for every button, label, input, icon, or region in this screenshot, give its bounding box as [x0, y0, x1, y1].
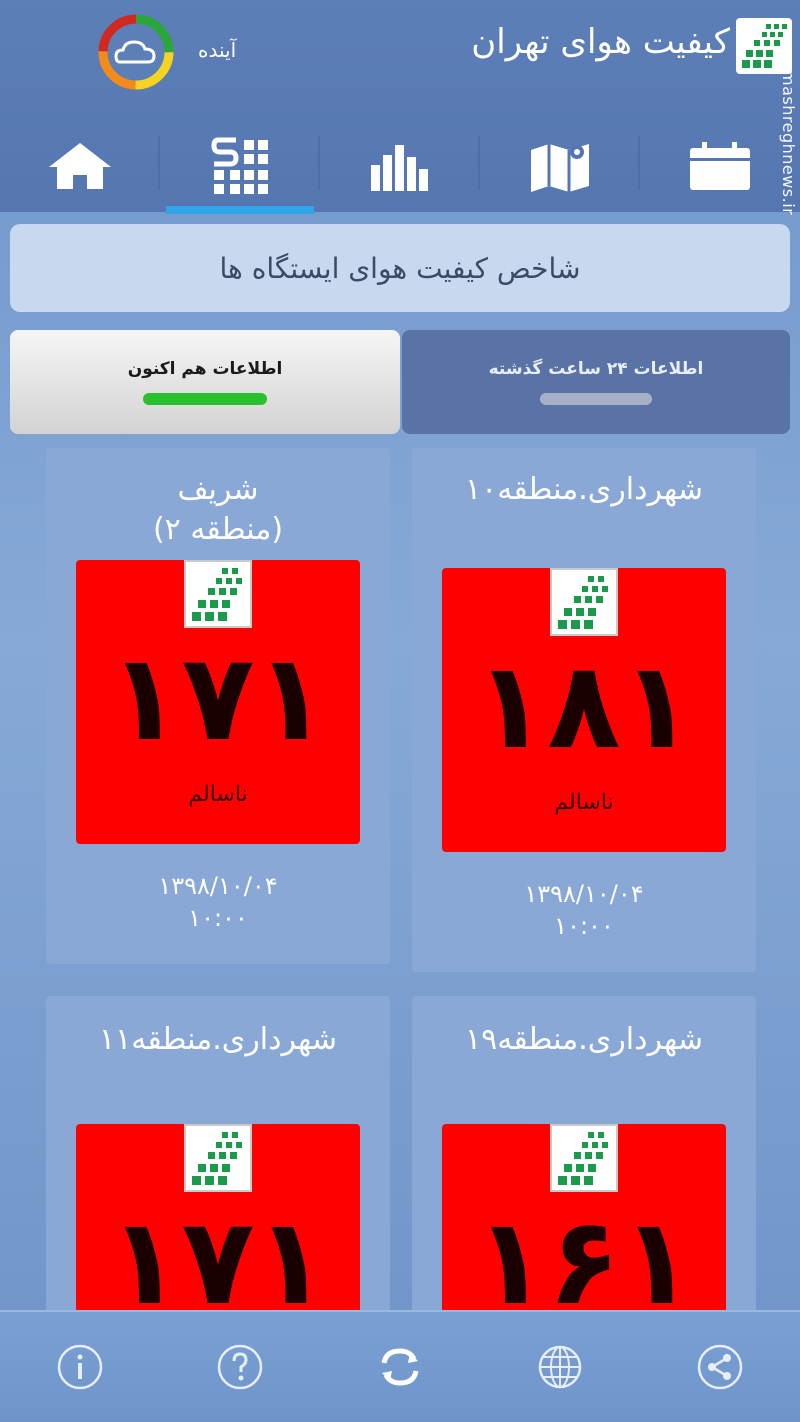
tab-calendar[interactable] — [640, 118, 800, 214]
aqi-value: ۱۷۱ — [108, 629, 328, 768]
station-name: شریف — [177, 472, 259, 507]
aqi-value: ۱۶۱ — [474, 1193, 694, 1332]
station-name: شهرداری.منطقه۱۰ — [465, 472, 703, 507]
reading-time: ۱۰:۰۰ — [554, 912, 614, 940]
aqi-status: ناسالم — [188, 782, 248, 807]
now-data-button[interactable]: اطلاعات هم اکنون — [10, 330, 400, 434]
help-icon — [217, 1344, 263, 1390]
station-district: (منطقه ۲) — [152, 512, 284, 547]
website-button[interactable] — [532, 1339, 588, 1395]
forecast-button[interactable] — [96, 12, 176, 92]
bottom-nav — [0, 1310, 800, 1422]
home-icon — [49, 143, 111, 189]
share-icon — [697, 1344, 743, 1390]
tab-charts[interactable] — [320, 118, 480, 214]
reading-time: ۱۰:۰۰ — [188, 904, 248, 932]
tab-home[interactable] — [0, 118, 160, 214]
page-title: شاخص کیفیت هوای ایستگاه ها — [219, 251, 581, 285]
station-card[interactable]: شهرداری.منطقه۱۰ ۱۸۱ ناسالم ۱۳۹۸/۱۰/۰۴ ۱۰… — [412, 448, 756, 972]
aqi-tile: ۱۸۱ ناسالم — [442, 568, 726, 852]
refresh-icon — [381, 1348, 419, 1386]
station-index-icon — [211, 137, 268, 194]
forecast-label: آینده — [198, 38, 237, 62]
station-name: شهرداری.منطقه۱۱ — [99, 1022, 337, 1057]
map-icon — [531, 144, 589, 192]
time-range-toggle: اطلاعات هم اکنون اطلاعات ۲۴ ساعت گذشته — [10, 330, 790, 438]
aqi-tile: ۱۷۱ ناسالم — [76, 560, 360, 844]
aqi-status: ناسالم — [554, 790, 614, 815]
forecast-ring-icon — [98, 14, 174, 90]
now-active-indicator — [143, 393, 267, 405]
tab-map[interactable] — [480, 118, 640, 214]
bar-chart-icon — [371, 145, 428, 191]
globe-icon — [538, 1345, 582, 1389]
help-button[interactable] — [212, 1339, 268, 1395]
info-icon — [57, 1344, 103, 1390]
refresh-button[interactable] — [372, 1339, 428, 1395]
aqi-value: ۱۷۱ — [108, 1193, 328, 1332]
station-name: شهرداری.منطقه۱۹ — [465, 1022, 703, 1057]
main-tabs — [0, 118, 800, 214]
station-logo-icon — [184, 1124, 252, 1192]
station-card[interactable]: شهرداری.منطقه۱۹ ۱۶۱ — [412, 996, 756, 1408]
station-card[interactable]: شهرداری.منطقه۱۱ ۱۷۱ — [46, 996, 390, 1408]
page-title-panel: شاخص کیفیت هوای ایستگاه ها — [10, 224, 790, 312]
station-card[interactable]: شریف (منطقه ۲) ۱۷۱ ناسالم ۱۳۹۸/۱۰/۰۴ ۱۰:… — [46, 448, 390, 964]
station-logo-icon — [550, 1124, 618, 1192]
app-title: کیفیت هوای تهران — [471, 22, 730, 62]
past-24h-label: اطلاعات ۲۴ ساعت گذشته — [488, 359, 704, 379]
info-button[interactable] — [52, 1339, 108, 1395]
reading-date: ۱۳۹۸/۱۰/۰۴ — [158, 872, 278, 900]
station-logo-icon — [550, 568, 618, 636]
past-24h-button[interactable]: اطلاعات ۲۴ ساعت گذشته — [402, 330, 790, 434]
calendar-icon — [690, 142, 750, 190]
now-data-label: اطلاعات هم اکنون — [127, 359, 283, 379]
top-bar: کیفیت هوای تهران mashreghnews.ir آینده — [0, 0, 800, 215]
tab-station-index[interactable] — [160, 118, 320, 214]
reading-date: ۱۳۹۸/۱۰/۰۴ — [524, 880, 644, 908]
share-button[interactable] — [692, 1339, 748, 1395]
app-logo-icon — [736, 18, 792, 74]
station-logo-icon — [184, 560, 252, 628]
aqi-value: ۱۸۱ — [474, 637, 694, 776]
past-indicator — [540, 393, 652, 405]
